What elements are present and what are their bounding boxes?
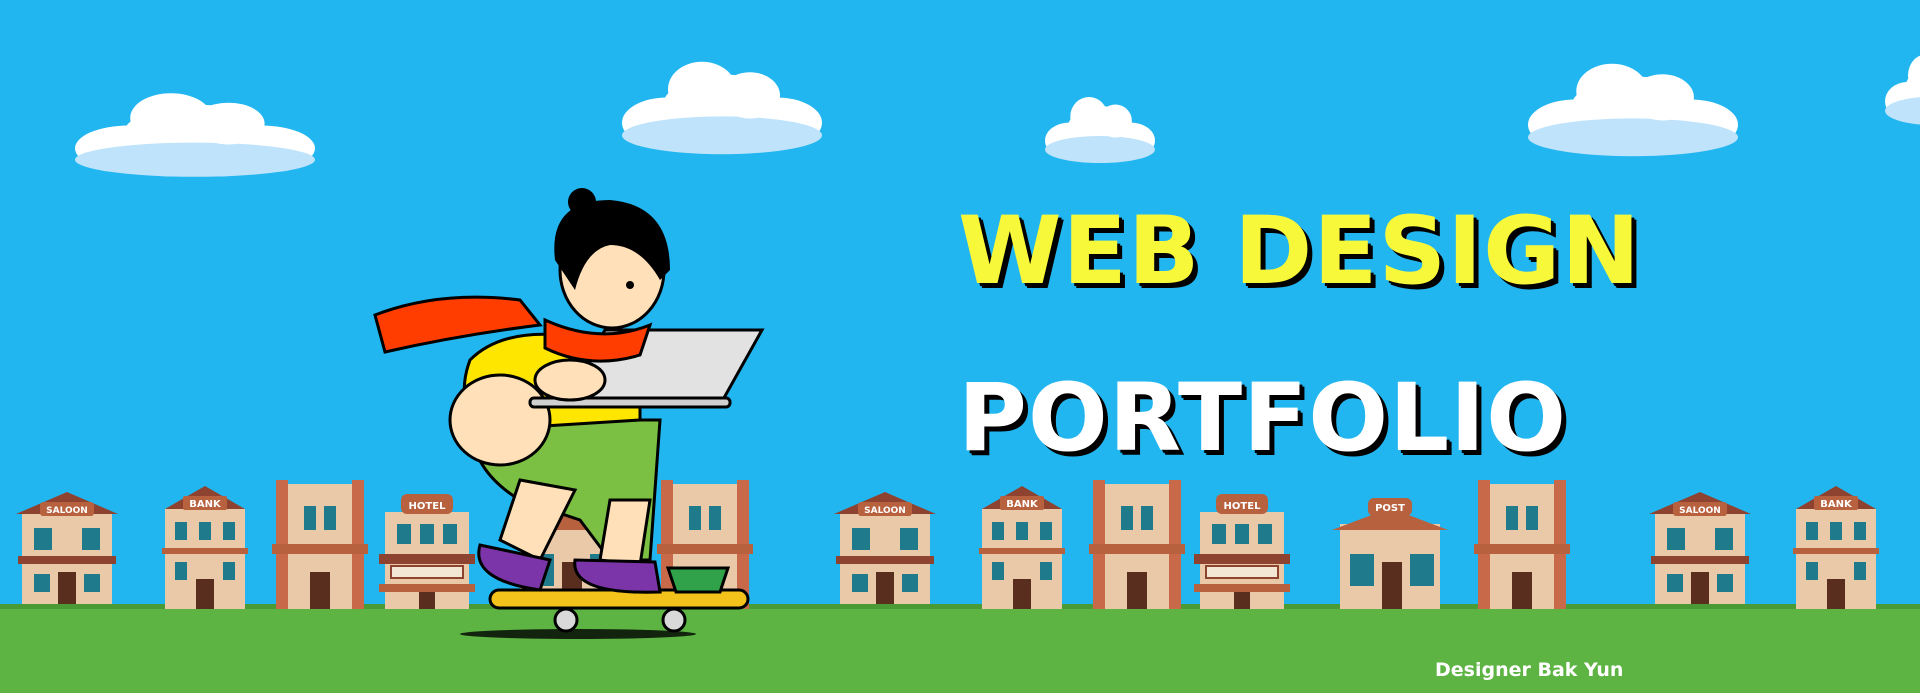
hero-illustration: SALOON BANK: [0, 0, 1920, 693]
title-web-design: WEB DESIGN: [958, 197, 1642, 306]
designer-credit: Designer Bak Yun: [1435, 659, 1624, 681]
title-portfolio: PORTFOLIO: [958, 364, 1567, 473]
